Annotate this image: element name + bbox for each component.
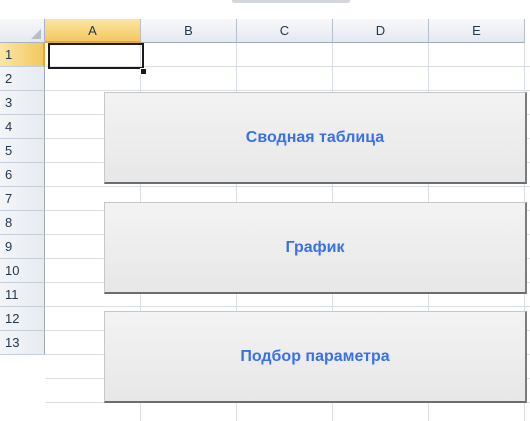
- row-header-5[interactable]: 5: [0, 139, 45, 163]
- row-header-13[interactable]: 13: [0, 331, 45, 355]
- row-header-2[interactable]: 2: [0, 67, 45, 91]
- chart-button[interactable]: График: [104, 202, 527, 294]
- active-cell-a1[interactable]: [48, 43, 144, 69]
- select-all-corner[interactable]: [0, 19, 45, 43]
- select-all-icon: [31, 29, 41, 39]
- row-header-4[interactable]: 4: [0, 115, 45, 139]
- row-header-6[interactable]: 6: [0, 163, 45, 187]
- row-header-1[interactable]: 1: [0, 43, 45, 67]
- row-header-3[interactable]: 3: [0, 91, 45, 115]
- column-header-c[interactable]: C: [237, 19, 333, 43]
- column-header-e[interactable]: E: [429, 19, 525, 43]
- goal-seek-button[interactable]: Подбор параметра: [104, 311, 527, 403]
- fill-handle[interactable]: [140, 68, 147, 75]
- column-header-d[interactable]: D: [333, 19, 429, 43]
- pivot-table-button[interactable]: Сводная таблица: [104, 92, 527, 184]
- row-header-12[interactable]: 12: [0, 307, 45, 331]
- column-headers: A B C D E: [0, 19, 530, 43]
- row-header-11[interactable]: 11: [0, 283, 45, 307]
- goal-seek-button-label: Подбор параметра: [240, 347, 390, 365]
- scroll-indicator: [232, 0, 350, 3]
- chart-button-label: График: [285, 238, 345, 256]
- row-header-9[interactable]: 9: [0, 235, 45, 259]
- pivot-table-button-label: Сводная таблица: [245, 128, 385, 146]
- column-header-a[interactable]: A: [45, 19, 141, 43]
- spreadsheet: A B C D E 1 2 3 4 5 6 7 8 9 10 11 12 13 …: [0, 0, 530, 421]
- column-header-b[interactable]: B: [141, 19, 237, 43]
- row-headers: 1 2 3 4 5 6 7 8 9 10 11 12 13: [0, 43, 45, 355]
- row-header-7[interactable]: 7: [0, 187, 45, 211]
- row-header-8[interactable]: 8: [0, 211, 45, 235]
- row-header-10[interactable]: 10: [0, 259, 45, 283]
